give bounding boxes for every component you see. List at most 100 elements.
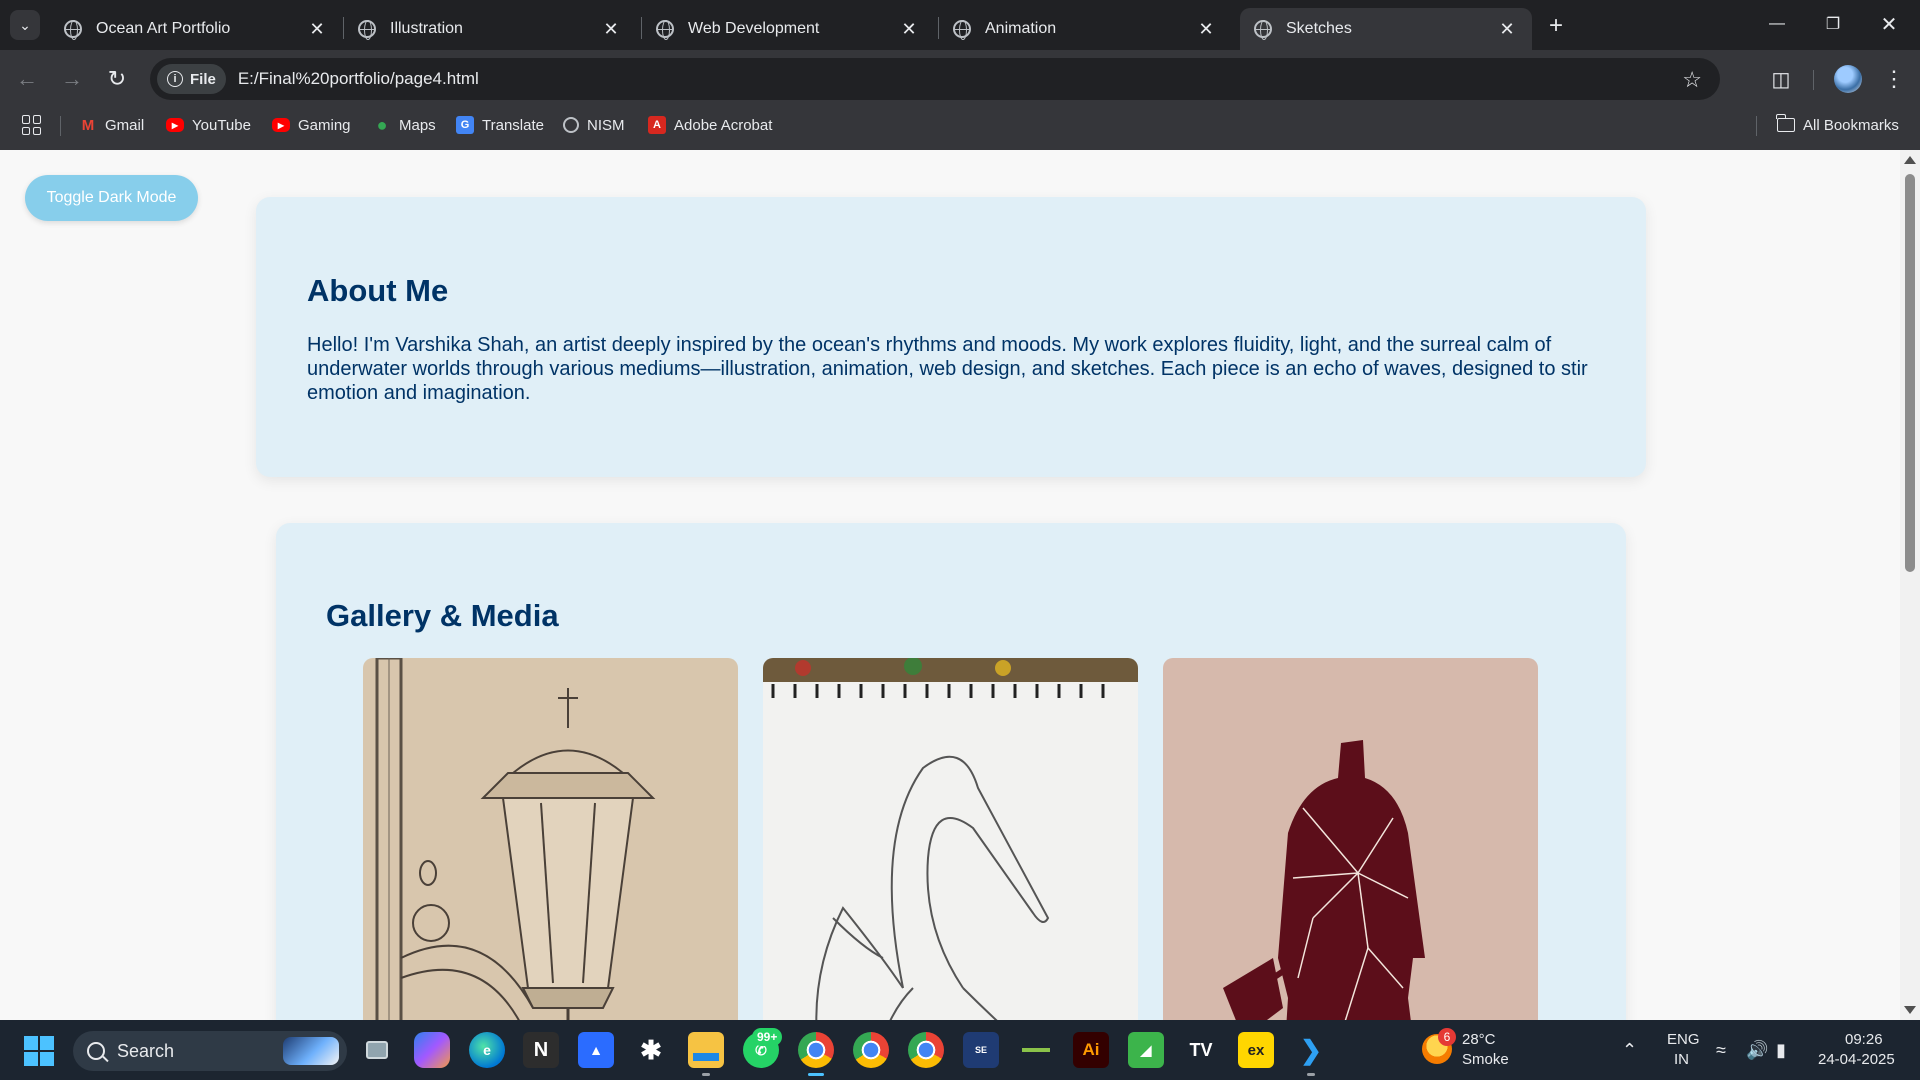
bookmark-youtube[interactable]: ▶ YouTube: [166, 112, 251, 138]
tab-sketches[interactable]: Sketches ✕: [1240, 8, 1532, 50]
battery-icon[interactable]: ▮: [1776, 1040, 1786, 1061]
address-bar[interactable]: i File E:/Final%20portfolio/page4.html ☆: [150, 58, 1720, 100]
region-indicator: IN: [1674, 1051, 1689, 1068]
restore-button[interactable]: ❐: [1810, 8, 1856, 40]
search-icon: [87, 1042, 105, 1060]
tab-web-development[interactable]: Web Development ✕: [642, 8, 934, 50]
about-text: Hello! I'm Varshika Shah, an artist deep…: [307, 334, 1588, 404]
close-icon[interactable]: ✕: [898, 18, 920, 40]
tab-title: Illustration: [390, 20, 463, 37]
lantern-sketch-image[interactable]: [363, 658, 738, 1020]
chevron-down-icon: ⌄: [19, 16, 31, 33]
globe-icon: [656, 20, 674, 40]
folder-icon: [1776, 114, 1795, 132]
bookmark-label: Adobe Acrobat: [674, 116, 773, 134]
youtube-icon: ▶: [166, 118, 184, 132]
all-bookmarks-button[interactable]: All Bookmarks: [1776, 112, 1899, 138]
page-scrollbar[interactable]: [1900, 150, 1920, 1020]
whatsapp-badge: 99+: [752, 1028, 783, 1046]
bookmark-adobe-acrobat[interactable]: A Adobe Acrobat: [648, 112, 772, 138]
clock-date[interactable]: 24-04-2025: [1818, 1051, 1895, 1068]
search-label: Search: [117, 1040, 175, 1061]
more-menu-icon[interactable]: ⋮: [1880, 64, 1908, 94]
tab-title: Sketches: [1286, 20, 1352, 37]
chrome-profile-icon[interactable]: [798, 1032, 834, 1076]
task-view-icon[interactable]: [359, 1032, 395, 1068]
edge-icon[interactable]: e: [469, 1032, 505, 1068]
file-explorer-icon[interactable]: [688, 1032, 724, 1076]
about-section: About Me Hello! I'm Varshika Shah, an ar…: [256, 197, 1646, 477]
back-button[interactable]: ←: [10, 62, 44, 96]
forward-button[interactable]: →: [55, 62, 89, 96]
minimize-button[interactable]: —: [1754, 8, 1800, 40]
chrome-icon[interactable]: [853, 1032, 889, 1068]
clock-time[interactable]: 09:26: [1845, 1031, 1883, 1048]
profile-avatar[interactable]: [1834, 65, 1862, 93]
vscode-icon[interactable]: ❯: [1293, 1032, 1329, 1076]
wifi-icon[interactable]: ≈: [1716, 1040, 1726, 1061]
url-text[interactable]: E:/Final%20portfolio/page4.html: [238, 69, 479, 89]
taskbar-search-box[interactable]: Search: [73, 1031, 347, 1071]
tab-animation[interactable]: Animation ✕: [939, 8, 1231, 50]
chrome-alt-profile-icon[interactable]: [908, 1032, 944, 1068]
weather-temperature[interactable]: 28°C: [1462, 1031, 1496, 1048]
bookmark-gaming[interactable]: ▶ Gaming: [272, 112, 351, 138]
bookmark-gmail[interactable]: M Gmail: [79, 112, 144, 138]
apps-grid-icon[interactable]: [22, 115, 42, 135]
language-indicator[interactable]: ENG: [1667, 1031, 1700, 1048]
gmail-icon: M: [81, 116, 95, 134]
weather-badge: 6: [1438, 1028, 1456, 1046]
maps-pin-icon: ●: [376, 114, 388, 135]
tab-title: Animation: [985, 20, 1057, 37]
site-info-chip[interactable]: i File: [157, 64, 226, 94]
toggle-dark-mode-button[interactable]: Toggle Dark Mode: [25, 175, 198, 221]
bookmark-translate[interactable]: G Translate: [456, 112, 544, 138]
scroll-up-arrow-icon[interactable]: [1904, 156, 1916, 164]
bookmark-label: NISM: [587, 116, 625, 134]
bookmark-label: Gmail: [105, 116, 145, 134]
extensions-puzzle-icon[interactable]: ◫: [1766, 64, 1796, 94]
bookmark-separator: [60, 116, 61, 136]
browser-toolbar: ← → ↻ i File E:/Final%20portfolio/page4.…: [0, 50, 1920, 108]
cracked-figure-painting-image[interactable]: [1163, 658, 1538, 1020]
illustrator-icon[interactable]: Ai: [1073, 1032, 1109, 1068]
reload-button[interactable]: ↻: [100, 62, 134, 96]
bookmark-maps[interactable]: ● Maps: [373, 112, 436, 138]
notion-icon[interactable]: N: [523, 1032, 559, 1068]
tab-search-menu-button[interactable]: ⌄: [10, 10, 40, 40]
bookmark-label: Maps: [399, 116, 436, 134]
bookmark-label: Translate: [482, 116, 544, 134]
volume-icon[interactable]: 🔊: [1746, 1040, 1768, 1061]
globe-icon: [64, 20, 82, 40]
swan-sketch-image[interactable]: [763, 658, 1138, 1020]
close-icon[interactable]: ✕: [600, 18, 622, 40]
site-info-label: File: [190, 70, 216, 88]
close-icon[interactable]: ✕: [1496, 18, 1518, 40]
scroll-down-arrow-icon[interactable]: [1904, 1006, 1916, 1014]
scroll-thumb[interactable]: [1905, 174, 1915, 572]
tab-illustration[interactable]: Illustration ✕: [344, 8, 636, 50]
close-icon[interactable]: ✕: [306, 18, 328, 40]
weather-condition[interactable]: Smoke: [1462, 1051, 1509, 1068]
copilot-icon[interactable]: [414, 1032, 450, 1068]
info-icon: i: [167, 71, 183, 87]
spark-star-icon[interactable]: ✱: [633, 1032, 669, 1068]
globe-icon: [1254, 20, 1272, 40]
tradingview-icon[interactable]: TV: [1183, 1032, 1219, 1068]
exness-icon[interactable]: ex: [1238, 1032, 1274, 1068]
windows-start-icon[interactable]: [24, 1036, 54, 1066]
close-icon[interactable]: ✕: [1195, 18, 1217, 40]
stock-edge-icon[interactable]: SE: [963, 1032, 999, 1068]
youtube-gaming-icon: ▶: [272, 118, 290, 132]
bookmark-nism[interactable]: NISM: [563, 112, 625, 138]
dash-app-icon[interactable]: [1018, 1032, 1054, 1068]
sheets-icon[interactable]: ◢: [1128, 1032, 1164, 1068]
tab-ocean-art-portfolio[interactable]: Ocean Art Portfolio ✕: [50, 8, 342, 50]
all-bookmarks-label: All Bookmarks: [1803, 116, 1899, 134]
new-tab-button[interactable]: +: [1542, 12, 1570, 40]
window-close-button[interactable]: ✕: [1866, 8, 1912, 40]
whiteboard-icon[interactable]: ▲: [578, 1032, 614, 1068]
chevron-up-icon[interactable]: ⌃: [1622, 1040, 1637, 1061]
bookmark-star-icon[interactable]: ☆: [1682, 67, 1702, 93]
page-viewport: Toggle Dark Mode About Me Hello! I'm Var…: [0, 150, 1900, 1020]
